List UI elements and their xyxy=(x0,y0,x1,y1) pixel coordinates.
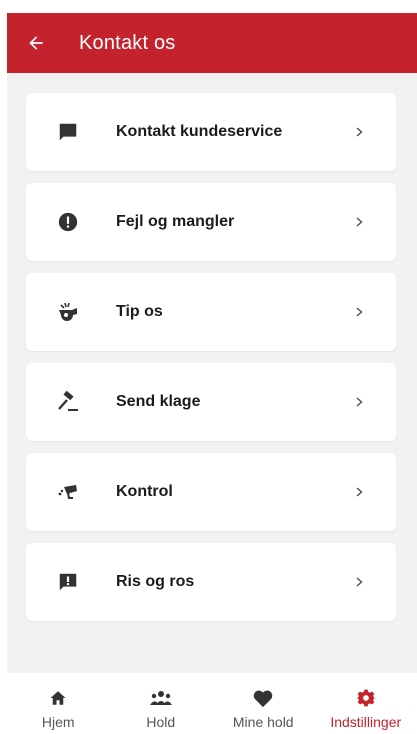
menu-item-label: Send klage xyxy=(116,393,201,410)
group-icon xyxy=(149,686,173,710)
whistle-icon xyxy=(54,298,82,326)
menu-item-ris-og-ros[interactable]: Ris og ros xyxy=(26,543,396,621)
heart-icon xyxy=(251,686,275,710)
tab-label: Hjem xyxy=(41,714,75,730)
back-button[interactable] xyxy=(17,24,55,62)
bottom-tab-bar: Hjem Hold Mine hold Indstillinger xyxy=(7,673,417,734)
tab-label: Mine hold xyxy=(232,714,294,730)
menu-item-send-klage[interactable]: Send klage xyxy=(26,363,396,441)
tab-hold[interactable]: Hold xyxy=(110,673,213,734)
gavel-icon xyxy=(54,388,82,416)
chat-icon xyxy=(54,118,82,146)
page-title: Kontakt os xyxy=(79,31,176,54)
menu-item-tip-os[interactable]: Tip os xyxy=(26,273,396,351)
menu-item-kontrol[interactable]: Kontrol xyxy=(26,453,396,531)
chevron-right-icon xyxy=(350,393,368,411)
menu-item-label: Kontrol xyxy=(116,483,173,500)
chevron-right-icon xyxy=(350,123,368,141)
menu-item-label: Kontakt kundeservice xyxy=(116,123,283,140)
menu-item-kontakt-kundeservice[interactable]: Kontakt kundeservice xyxy=(26,93,396,171)
tab-mine-hold[interactable]: Mine hold xyxy=(212,673,315,734)
tab-indstillinger[interactable]: Indstillinger xyxy=(315,673,417,734)
tab-label: Indstillinger xyxy=(330,714,402,730)
menu-item-fejl-og-mangler[interactable]: Fejl og mangler xyxy=(26,183,396,261)
arrow-left-icon xyxy=(29,36,43,50)
exclamation-circle-icon xyxy=(54,208,82,236)
app-header: Kontakt os xyxy=(7,13,417,73)
chevron-right-icon xyxy=(350,573,368,591)
home-icon xyxy=(46,686,70,710)
menu-item-label: Ris og ros xyxy=(116,573,195,590)
tab-hjem[interactable]: Hjem xyxy=(7,673,110,734)
tab-label: Hold xyxy=(146,714,176,730)
chevron-right-icon xyxy=(350,213,368,231)
contact-menu: Kontakt kundeservice Fejl og mangler Tip… xyxy=(7,73,417,673)
camera-icon xyxy=(54,478,82,506)
app-screen: Kontakt os Kontakt kundeservice Fejl og … xyxy=(7,13,417,734)
chevron-right-icon xyxy=(350,303,368,321)
feedback-icon xyxy=(54,568,82,596)
gear-icon xyxy=(354,686,378,710)
menu-item-label: Tip os xyxy=(116,303,163,320)
menu-item-label: Fejl og mangler xyxy=(116,213,235,230)
chevron-right-icon xyxy=(350,483,368,501)
